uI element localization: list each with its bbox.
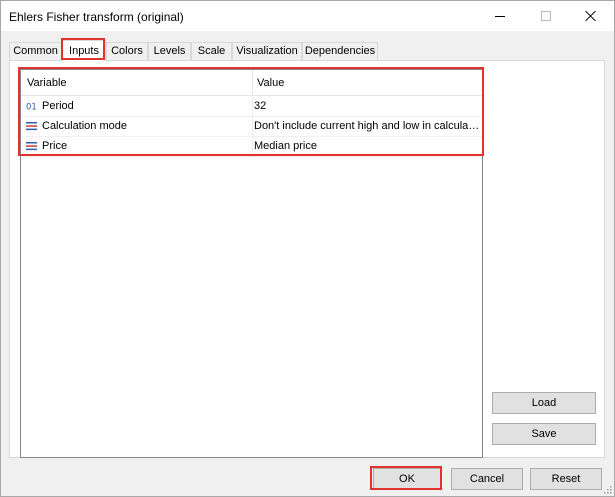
tab-levels[interactable]: Levels [148,42,191,60]
tab-scale[interactable]: Scale [191,42,232,60]
save-button[interactable]: Save [492,423,596,445]
close-icon [585,10,597,22]
resize-grip-icon[interactable] [602,484,612,494]
cancel-button[interactable]: Cancel [451,468,523,490]
close-button[interactable] [568,1,614,31]
grid-rows-highlight [18,67,484,156]
tab-visualization[interactable]: Visualization [232,42,302,60]
reset-button[interactable]: Reset [530,468,602,490]
ok-button-highlight [370,466,442,490]
tab-dependencies[interactable]: Dependencies [302,42,378,60]
inputs-tab-highlight [61,38,105,60]
tab-colors[interactable]: Colors [106,42,148,60]
load-button[interactable]: Load [492,392,596,414]
window-title: Ehlers Fisher transform (original) [9,10,184,24]
tab-common[interactable]: Common [9,42,62,60]
minimize-icon [495,15,505,17]
minimize-button[interactable] [477,1,523,31]
title-bar[interactable]: Ehlers Fisher transform (original) [1,1,614,31]
maximize-icon [541,11,551,21]
maximize-button[interactable] [523,1,569,31]
